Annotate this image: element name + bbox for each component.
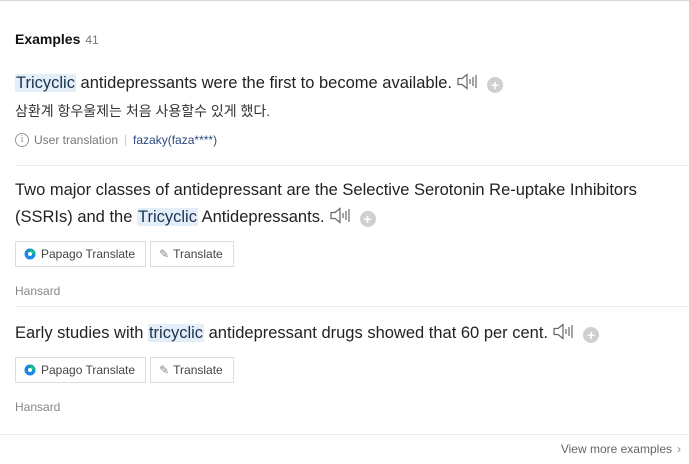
divider: [15, 306, 689, 307]
example-source: Hansard: [15, 400, 61, 414]
highlighted-keyword: Tricyclic: [15, 74, 76, 92]
add-icon[interactable]: +: [487, 77, 504, 93]
info-icon[interactable]: i: [15, 133, 29, 147]
translate-button[interactable]: ✎ Translate: [150, 357, 234, 383]
footer-divider: [0, 434, 689, 435]
translate-label: Translate: [173, 363, 223, 377]
papago-translate-button[interactable]: Papago Translate: [15, 357, 147, 383]
top-border: [0, 0, 689, 1]
speaker-icon[interactable]: [553, 322, 575, 341]
papago-translate-label: Papago Translate: [41, 363, 136, 377]
speaker-icon[interactable]: [457, 72, 479, 91]
example-sentence: Early studies with tricyclic antidepress…: [15, 320, 675, 347]
papago-translate-label: Papago Translate: [41, 247, 136, 261]
sentence-text: Two major classes of antidepressant are …: [15, 181, 637, 226]
example-sentence: Two major classes of antidepressant are …: [15, 177, 675, 231]
section-title: Examples: [15, 31, 81, 47]
example-item: Two major classes of antidepressant are …: [15, 177, 675, 298]
example-count: 41: [85, 33, 99, 47]
translate-label: Translate: [173, 247, 223, 261]
pencil-icon: ✎: [159, 363, 170, 377]
papago-icon: [24, 248, 36, 260]
papago-translate-button[interactable]: Papago Translate: [15, 241, 147, 267]
divider: [15, 165, 689, 166]
example-translation: 삼환계 항우울제는 처음 사용할수 있게 했다.: [15, 103, 271, 119]
separator: [125, 134, 127, 146]
user-translation-label: User translation: [34, 133, 119, 147]
sentence-text: Antidepressants.: [197, 208, 325, 226]
sentence-text: antidepressants were the first to become…: [75, 74, 453, 92]
translation-meta: i User translation fazaky(faza****): [15, 133, 675, 147]
papago-icon: [24, 364, 36, 376]
example-item: Tricyclic antidepressants were the first…: [15, 70, 675, 147]
translator-user-link[interactable]: fazaky(faza****): [133, 133, 217, 147]
chevron-right-icon: ›: [677, 442, 681, 456]
translate-buttons: Papago Translate ✎ Translate: [15, 357, 675, 383]
add-icon[interactable]: +: [583, 327, 600, 343]
highlighted-keyword: Tricyclic: [136, 208, 198, 226]
pencil-icon: ✎: [159, 247, 170, 261]
translate-buttons: Papago Translate ✎ Translate: [15, 241, 675, 267]
example-sentence: Tricyclic antidepressants were the first…: [15, 70, 675, 97]
example-source: Hansard: [15, 284, 61, 298]
sentence-text: Early studies with: [15, 324, 148, 342]
view-more-examples-link[interactable]: View more examples ›: [561, 442, 681, 456]
translate-button[interactable]: ✎ Translate: [150, 241, 234, 267]
add-icon[interactable]: +: [359, 211, 376, 227]
speaker-icon[interactable]: [329, 206, 352, 225]
sentence-text: antidepressant drugs showed that 60 per …: [204, 324, 549, 342]
examples-header: Examples 41: [15, 31, 99, 47]
highlighted-keyword: tricyclic: [147, 324, 205, 342]
example-item: Early studies with tricyclic antidepress…: [15, 320, 675, 414]
view-more-label: View more examples: [560, 442, 672, 456]
